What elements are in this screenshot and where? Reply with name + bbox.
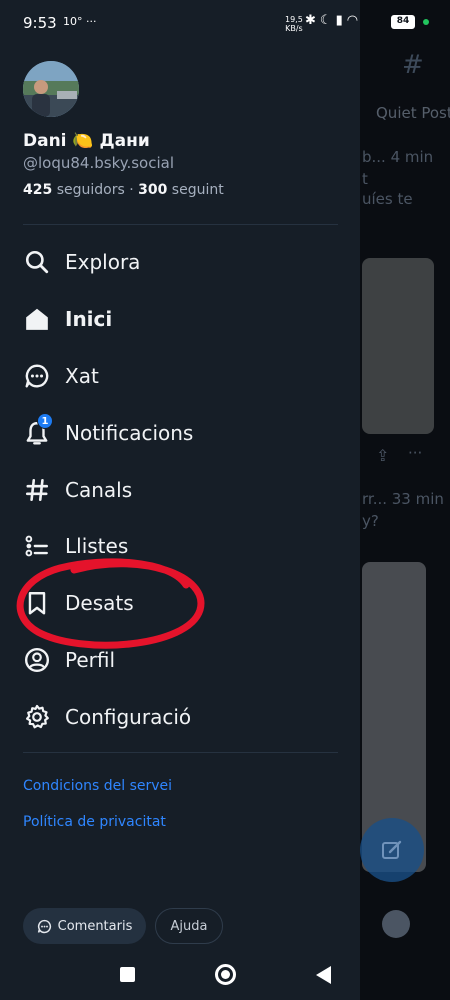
status-time: 9:53 bbox=[23, 14, 57, 32]
bell-icon: 1 bbox=[23, 413, 53, 447]
nav-item-label: Explora bbox=[65, 250, 141, 274]
avatar[interactable] bbox=[23, 61, 79, 117]
post-text: t bbox=[362, 170, 368, 188]
post-text: y? bbox=[362, 512, 379, 530]
recent-apps-button[interactable] bbox=[120, 967, 135, 982]
status-icons: ✱☾▮◠ bbox=[305, 13, 362, 28]
nav-item-explora[interactable]: Explora bbox=[23, 242, 338, 282]
signal-icon: ▮ bbox=[335, 13, 347, 28]
nav-item-configuracio[interactable]: Configuració bbox=[23, 697, 338, 737]
nav-item-label: Configuració bbox=[65, 705, 192, 729]
compose-icon bbox=[382, 840, 402, 859]
nav-item-label: Desats bbox=[65, 591, 134, 615]
hashtag-icon bbox=[23, 476, 51, 504]
nav-item-label: Perfil bbox=[65, 648, 116, 672]
search-icon bbox=[23, 248, 51, 276]
feeds-hashtag-icon[interactable]: # bbox=[402, 50, 424, 80]
feedback-button[interactable]: Comentaris bbox=[23, 908, 146, 944]
status-temperature: 10° ··· bbox=[63, 15, 97, 28]
moon-icon: ☾ bbox=[319, 13, 336, 28]
nav-item-inici[interactable]: Inici bbox=[23, 299, 338, 339]
divider bbox=[23, 224, 338, 225]
notification-badge: 1 bbox=[37, 413, 53, 429]
following-label: seguint bbox=[171, 182, 224, 198]
bluetooth-icon: ✱ bbox=[305, 13, 320, 28]
profile-tab-avatar[interactable] bbox=[382, 910, 410, 938]
post-meta: b... 4 min bbox=[362, 148, 434, 166]
nav-item-label: Xat bbox=[65, 364, 99, 388]
network-speed: 19,5 KB/s bbox=[285, 15, 303, 33]
nav-item-xat[interactable]: Xat bbox=[23, 356, 338, 396]
battery-icon: 84 bbox=[391, 15, 415, 29]
stats-separator: · bbox=[129, 182, 134, 198]
back-button[interactable] bbox=[316, 966, 331, 984]
followers-count: 425 bbox=[23, 182, 53, 198]
more-icon[interactable]: ··· bbox=[408, 444, 422, 462]
profile-handle: @loqu84.bsky.social bbox=[23, 154, 174, 172]
home-icon bbox=[23, 305, 51, 333]
post-meta: rr... 33 min bbox=[362, 490, 444, 508]
followers-label: seguidors bbox=[56, 182, 125, 198]
user-circle-icon bbox=[23, 646, 51, 674]
profile-follow-stats[interactable]: 425 seguidors · 300 seguint bbox=[23, 182, 224, 198]
wifi-icon: ◠ bbox=[346, 13, 363, 28]
profile-display-name: Dani 🍋 Дани bbox=[23, 131, 150, 151]
post-image[interactable] bbox=[362, 258, 434, 434]
nav-item-label: Inici bbox=[65, 307, 113, 331]
bookmark-icon bbox=[23, 589, 51, 617]
nav-item-label: Llistes bbox=[65, 534, 129, 558]
help-button[interactable]: Ajuda bbox=[155, 908, 223, 944]
compose-button[interactable] bbox=[360, 818, 424, 882]
feed-tab-quiet-posters[interactable]: Quiet Post bbox=[376, 104, 450, 122]
privacy-policy-link[interactable]: Política de privacitat bbox=[23, 814, 166, 830]
nav-item-perfil[interactable]: Perfil bbox=[23, 640, 338, 680]
help-label: Ajuda bbox=[170, 918, 208, 934]
nav-item-label: Canals bbox=[65, 478, 133, 502]
system-navigation-bar bbox=[0, 950, 450, 1000]
post-text: uíes te bbox=[362, 190, 413, 208]
nav-item-llistes[interactable]: Llistes bbox=[23, 526, 338, 566]
divider bbox=[23, 752, 338, 753]
feedback-label: Comentaris bbox=[57, 918, 133, 934]
gear-icon bbox=[23, 703, 51, 731]
chat-icon bbox=[37, 919, 52, 934]
home-button[interactable] bbox=[215, 964, 236, 985]
nav-item-label: Notificacions bbox=[65, 421, 194, 445]
nav-item-desats[interactable]: Desats bbox=[23, 583, 338, 623]
chat-icon bbox=[23, 362, 51, 390]
nav-item-notificacions[interactable]: 1 Notificacions bbox=[23, 413, 338, 453]
following-count: 300 bbox=[138, 182, 168, 198]
share-icon[interactable]: ⇪ bbox=[376, 446, 389, 465]
list-icon bbox=[23, 532, 51, 560]
side-drawer: Dani 🍋 Дани @loqu84.bsky.social 425 segu… bbox=[0, 0, 360, 1000]
nav-item-canals[interactable]: Canals bbox=[23, 470, 338, 510]
terms-of-service-link[interactable]: Condicions del servei bbox=[23, 778, 172, 794]
privacy-dot-icon bbox=[423, 19, 429, 25]
status-bar: 9:53 10° ··· 19,5 KB/s ✱☾▮◠ 84 bbox=[0, 0, 450, 44]
